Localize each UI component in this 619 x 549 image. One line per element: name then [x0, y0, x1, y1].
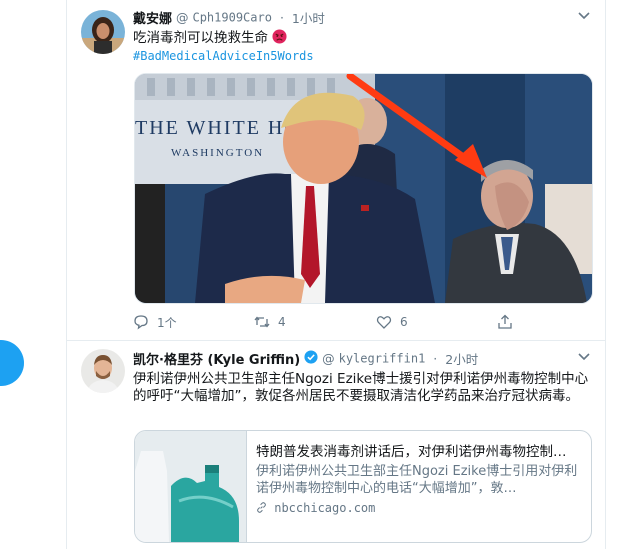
- retweet-icon: [254, 316, 270, 328]
- tweet-header: 凯尔·格里芬 (Kyle Griffin) @ kylegriffin1 · 2…: [133, 349, 575, 369]
- tweet-actions: 1个 4 6: [133, 312, 523, 332]
- tweet[interactable]: 戴安娜 @ Cph1909Caro · 1小时 吃消毒剂可以挽救生命 #BadM…: [67, 0, 605, 341]
- podium-sign-subtext: WASHINGTON: [171, 147, 264, 159]
- podium-sign-text: THE WHITE HO: [135, 117, 301, 139]
- author-name[interactable]: 凯尔·格里芬 (Kyle Griffin): [133, 353, 300, 368]
- link-card-title: 特朗普发表消毒剂讲话后，对伊利诺伊州毒物控制…: [256, 444, 567, 460]
- timestamp[interactable]: 1小时: [292, 11, 325, 26]
- tweet-header: 戴安娜 @ Cph1909Caro · 1小时: [133, 8, 575, 28]
- like-button[interactable]: 6: [376, 312, 408, 332]
- author-handle[interactable]: Cph1909Caro: [192, 11, 271, 25]
- heart-icon: [376, 316, 392, 329]
- angry-face-icon: [272, 29, 287, 44]
- share-icon: [498, 314, 512, 329]
- chevron-down-icon[interactable]: [577, 8, 591, 22]
- separator-dot: ·: [279, 10, 284, 25]
- like-count: 6: [400, 315, 408, 329]
- link-card-image: [135, 431, 247, 542]
- tweet-text: 伊利诺伊州公共卫生部主任Ngozi Ezike博士援引对伊利诺伊州毒物控制中心的…: [133, 371, 589, 404]
- tweet-text-body: 吃消毒剂可以挽救生命: [133, 30, 268, 46]
- timestamp[interactable]: 2小时: [445, 352, 478, 367]
- separator-dot: ·: [433, 351, 438, 366]
- at-sign: @: [322, 351, 335, 366]
- link-card-domain: nbcchicago.com: [256, 501, 578, 515]
- timeline: 戴安娜 @ Cph1909Caro · 1小时 吃消毒剂可以挽救生命 #BadM…: [66, 0, 606, 549]
- retweet-button[interactable]: 4: [254, 312, 286, 332]
- reply-button[interactable]: 1个: [133, 312, 177, 332]
- chevron-down-icon[interactable]: [577, 349, 591, 363]
- verified-badge-icon: [304, 350, 318, 364]
- retweet-count: 4: [278, 315, 286, 329]
- avatar[interactable]: [81, 349, 125, 393]
- link-card-body: 特朗普发表消毒剂讲话后，对伊利诺伊州毒物控制… 伊利诺伊州公共卫生部主任Ngoz…: [256, 443, 578, 515]
- link-card[interactable]: 特朗普发表消毒剂讲话后，对伊利诺伊州毒物控制… 伊利诺伊州公共卫生部主任Ngoz…: [134, 430, 592, 543]
- compose-tweet-button[interactable]: [0, 340, 24, 386]
- author-handle[interactable]: kylegriffin1: [339, 352, 426, 366]
- at-sign: @: [176, 10, 189, 25]
- reply-icon: [134, 315, 148, 330]
- tweet-photo[interactable]: THE WHITE HO WASHINGTON: [134, 73, 593, 304]
- author-name[interactable]: 戴安娜: [133, 12, 172, 27]
- avatar[interactable]: [81, 10, 125, 54]
- hashtag-link[interactable]: #BadMedicalAdviceIn5Words: [133, 48, 314, 65]
- tweet[interactable]: 凯尔·格里芬 (Kyle Griffin) @ kylegriffin1 · 2…: [67, 341, 605, 549]
- tweet-text: 吃消毒剂可以挽救生命: [133, 29, 287, 47]
- reply-count: 1个: [157, 315, 177, 330]
- link-card-description: 伊利诺伊州公共卫生部主任Ngozi Ezike博士引用对伊利诺伊州毒物控制中心的…: [256, 464, 578, 496]
- link-card-domain-text: nbcchicago.com: [274, 501, 376, 515]
- share-button[interactable]: [497, 312, 521, 332]
- link-icon: [257, 502, 266, 513]
